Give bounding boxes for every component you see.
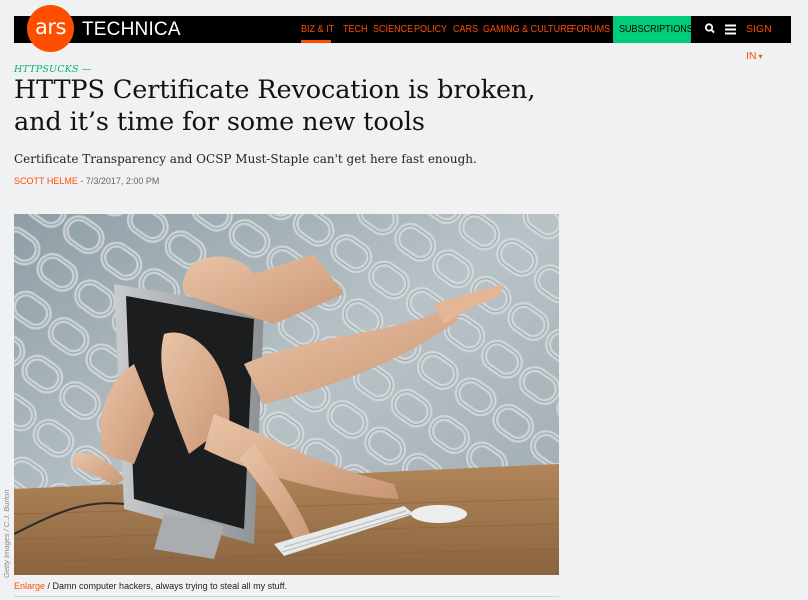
photo-credit-text: Getty Images / C.J. Burton — [2, 489, 11, 578]
photo-credit: Getty Images / C.J. Burton — [1, 460, 13, 578]
chevron-down-icon: ▾ — [758, 52, 763, 61]
subscriptions-label: SUBSCRIPTIONS — [619, 23, 693, 35]
caption-text: / Damn computer hackers, always trying t… — [45, 581, 287, 591]
nav-item-science[interactable]: SCIENCE — [373, 16, 413, 43]
nav-item-biz-it[interactable]: BIZ & IT — [301, 16, 334, 43]
nav-item-gaming-culture[interactable]: GAMING & CULTURE — [483, 16, 573, 43]
nav-item-tech[interactable]: TECH — [343, 16, 368, 43]
subscriptions-button[interactable]: SUBSCRIPTIONS — [613, 16, 693, 43]
search-icon[interactable] — [702, 21, 718, 37]
nav-active-indicator — [301, 40, 331, 43]
enlarge-link[interactable]: Enlarge — [14, 581, 45, 591]
article-byline: SCOTT HELME - 7/3/2017, 2:00 PM — [14, 176, 159, 186]
hamburger-menu-icon[interactable] — [723, 21, 739, 37]
ars-technica-logo[interactable]: ars — [27, 5, 74, 52]
logo-ars-text: ars — [35, 15, 66, 39]
author-link[interactable]: SCOTT HELME — [14, 176, 78, 186]
logo-technica-text[interactable]: TECHNICA — [82, 18, 181, 41]
image-caption: Enlarge / Damn computer hackers, always … — [14, 581, 287, 591]
article-title: HTTPS Certificate Revocation is broken, … — [14, 75, 536, 137]
publish-date: - 7/3/2017, 2:00 PM — [80, 176, 160, 186]
caption-divider — [14, 596, 559, 597]
article-subtitle: Certificate Transparency and OCSP Must-S… — [14, 152, 477, 166]
nav-item-forums[interactable]: FORUMS — [571, 16, 610, 43]
sign-in-link[interactable]: SIGN IN ▾ — [746, 16, 791, 62]
hero-image[interactable] — [14, 214, 559, 575]
top-navigation-bar: ars TECHNICA BIZ & IT TECH SCIENCE POLIC… — [14, 5, 791, 62]
nav-item-cars[interactable]: CARS — [453, 16, 478, 43]
nav-item-policy[interactable]: POLICY — [414, 16, 447, 43]
